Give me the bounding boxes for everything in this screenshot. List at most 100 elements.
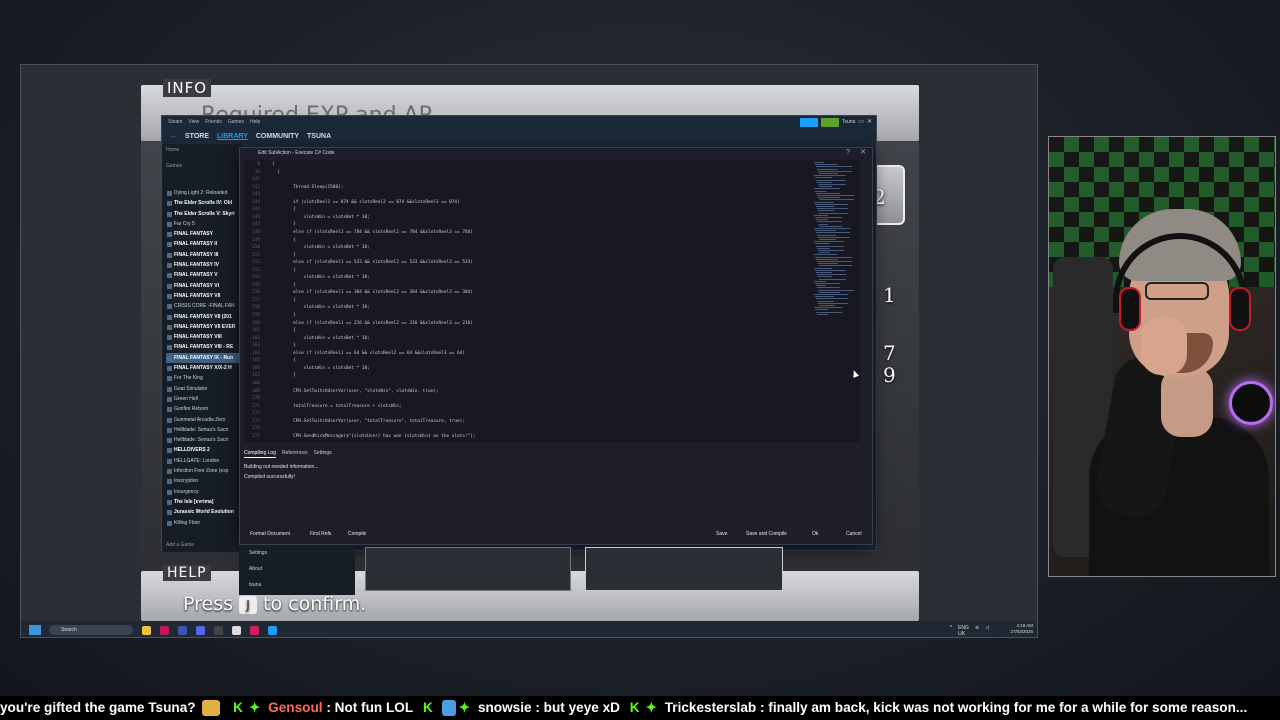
game-info-label: INFO (163, 79, 212, 97)
game-list-item[interactable]: FINAL FANTASY VI (166, 281, 242, 291)
add-game-button[interactable]: Add a Game (166, 542, 194, 548)
game-list-item[interactable]: Jurassic World Evolution (166, 507, 242, 517)
tab-compiling-log[interactable]: Compiling Log (244, 450, 276, 458)
wifi-icon[interactable]: ≋ (975, 625, 979, 637)
library-home[interactable]: Home (162, 144, 242, 156)
game-list-item[interactable]: FINAL FANTASY VIII - RE (166, 342, 242, 352)
account-menu-item[interactable]: tsuna (239, 577, 355, 593)
file-explorer-icon[interactable] (142, 625, 151, 635)
nav-community[interactable]: COMMUNITY (256, 133, 299, 140)
game-list-item[interactable]: FINAL FANTASY V (166, 270, 242, 280)
steam-user-name[interactable]: Tsuna (842, 118, 855, 127)
game-list-item[interactable]: FINAL FANTASY II (166, 239, 242, 249)
game-list-item[interactable]: Insurgency (166, 487, 242, 497)
steam-icon[interactable] (268, 625, 277, 635)
game-list-item[interactable]: FINAL FANTASY VIII (166, 332, 242, 342)
minimize-icon[interactable]: ▭ (858, 118, 864, 127)
taskbar-search[interactable]: Search (49, 625, 133, 635)
game-list-item[interactable]: Far Cry 5 (166, 219, 242, 229)
minimap-line (817, 300, 834, 302)
close-icon[interactable]: ✕ (867, 118, 872, 127)
settings-menu-item[interactable]: Settings (239, 545, 355, 561)
nav-user[interactable]: TSUNA (307, 133, 331, 140)
app-icon[interactable] (250, 625, 259, 635)
minimap-line (814, 175, 846, 177)
game-list-item[interactable]: The Isle [evrima] (166, 497, 242, 507)
steam-menu-item[interactable]: Steam (168, 119, 182, 125)
code-editor[interactable]: 8 {16 {141 142 Thread.Sleep(1500); 143 144 i… (244, 160, 860, 442)
app-icon[interactable] (160, 625, 169, 635)
game-list-item[interactable]: FINAL FANTASY IV (166, 260, 242, 270)
line-number: 162 (252, 335, 260, 341)
tab-settings[interactable]: Settings (314, 450, 332, 458)
steam-menubar: Steam View Friends Games Help (162, 116, 876, 128)
chat-message: : but yeye xD (535, 700, 620, 715)
chat-message: you're gifted the game Tsuna? (0, 700, 196, 715)
about-menu-item[interactable]: About (239, 561, 355, 577)
notification-icon[interactable] (820, 118, 839, 127)
nav-store[interactable]: STORE (185, 133, 209, 140)
minimap-line (818, 276, 832, 278)
taskbar-clock[interactable]: 4:19 AM 27/03/2026 (1010, 623, 1033, 635)
game-list-item[interactable]: The Elder Scrolls V: Skyri (166, 209, 242, 219)
save-and-compile-button[interactable]: Save and Compile (742, 529, 791, 539)
save-button[interactable]: Save (712, 529, 731, 539)
game-list-item[interactable]: Dying Light 2: Reloaded (166, 188, 242, 198)
steam-menu-item[interactable]: Friends (205, 119, 222, 125)
find-refs-button[interactable]: Find Refs (306, 529, 335, 539)
minimap-line (819, 186, 832, 188)
code-text: else if (slotsReel1 == 384 && slotsReel2… (272, 290, 473, 296)
game-list-item[interactable]: FINAL FANTASY (166, 229, 242, 239)
help-icon[interactable]: ? (846, 148, 850, 158)
format-document-button[interactable]: Format Document (246, 529, 294, 539)
steam-menu-item[interactable]: Help (250, 119, 260, 125)
game-list-item[interactable]: CRISIS CORE -FINAL FAN (166, 301, 242, 311)
notepad-icon[interactable] (232, 625, 241, 635)
minimap-line (814, 241, 844, 243)
broadcast-icon[interactable] (799, 118, 818, 127)
game-list-item[interactable]: Gunmetal Arcadia Zero (166, 415, 242, 425)
code-minimap[interactable] (814, 162, 858, 322)
game-list-item[interactable]: FINAL FANTASY III (166, 250, 242, 260)
close-icon[interactable]: ✕ (860, 148, 866, 158)
tab-references[interactable]: References (282, 450, 308, 458)
game-list-item[interactable]: Hellblade: Senua's Sacri (166, 425, 242, 435)
compile-button[interactable]: Compile (344, 529, 370, 539)
game-list-item[interactable]: The Elder Scrolls IV: Obl (166, 198, 242, 208)
minimap-line (817, 195, 854, 196)
game-list-item[interactable]: FINAL FANTASY IX - Run (166, 352, 242, 364)
language-indicator[interactable]: ENG UK (958, 625, 969, 637)
cancel-button[interactable]: Cancel (842, 529, 866, 539)
steam-menu-item[interactable]: Games (228, 119, 244, 125)
game-list-item[interactable]: FINAL FANTASY VII (166, 291, 242, 301)
game-list-item[interactable]: Gunfire Reborn (166, 404, 242, 414)
game-list-item[interactable]: FINAL FANTASY VII EVER (166, 322, 242, 332)
chat-message: : finally am back, kick was not working … (759, 700, 1248, 715)
game-list-item[interactable]: Killing Floor (166, 518, 242, 528)
chat-ticker: you're gifted the game Tsuna? K ✦ Gensoul… (0, 696, 1280, 720)
steam-menu-item[interactable]: View (188, 119, 199, 125)
system-tray: ^ ENG UK ≋ ◁ (950, 625, 989, 637)
game-list-item[interactable]: HELLGATE: London (166, 456, 242, 466)
game-list-item[interactable]: FINAL FANTASY VII (201 (166, 312, 242, 322)
game-list-item[interactable]: Green Hell (166, 394, 242, 404)
game-list-item[interactable]: Infection Free Zone (exp (166, 466, 242, 476)
back-arrow-icon[interactable]: ← (170, 133, 177, 140)
library-games-label[interactable]: Games (162, 160, 242, 172)
game-list-item[interactable]: Goat Simulator (166, 384, 242, 394)
game-list-item[interactable]: For The King (166, 373, 242, 383)
game-list-item[interactable]: HELLDIVERS 2 (166, 445, 242, 455)
minimap-line (816, 166, 852, 168)
obs-icon[interactable] (214, 625, 223, 635)
game-list-item[interactable]: FINAL FANTASY X/X-2 H (166, 363, 242, 373)
game-list-item[interactable]: Inscryption (166, 476, 242, 486)
nav-library[interactable]: LIBRARY (217, 133, 248, 140)
browser-icon[interactable] (178, 625, 187, 635)
chevron-up-icon[interactable]: ^ (950, 625, 952, 637)
windows-start-icon[interactable] (29, 625, 41, 635)
game-list-item[interactable]: Hellblade: Senua's Sacri (166, 435, 242, 445)
line-number: 175 (252, 433, 260, 439)
discord-icon[interactable] (196, 625, 205, 635)
ok-button[interactable]: Ok (808, 529, 822, 539)
volume-icon[interactable]: ◁ (985, 625, 989, 637)
